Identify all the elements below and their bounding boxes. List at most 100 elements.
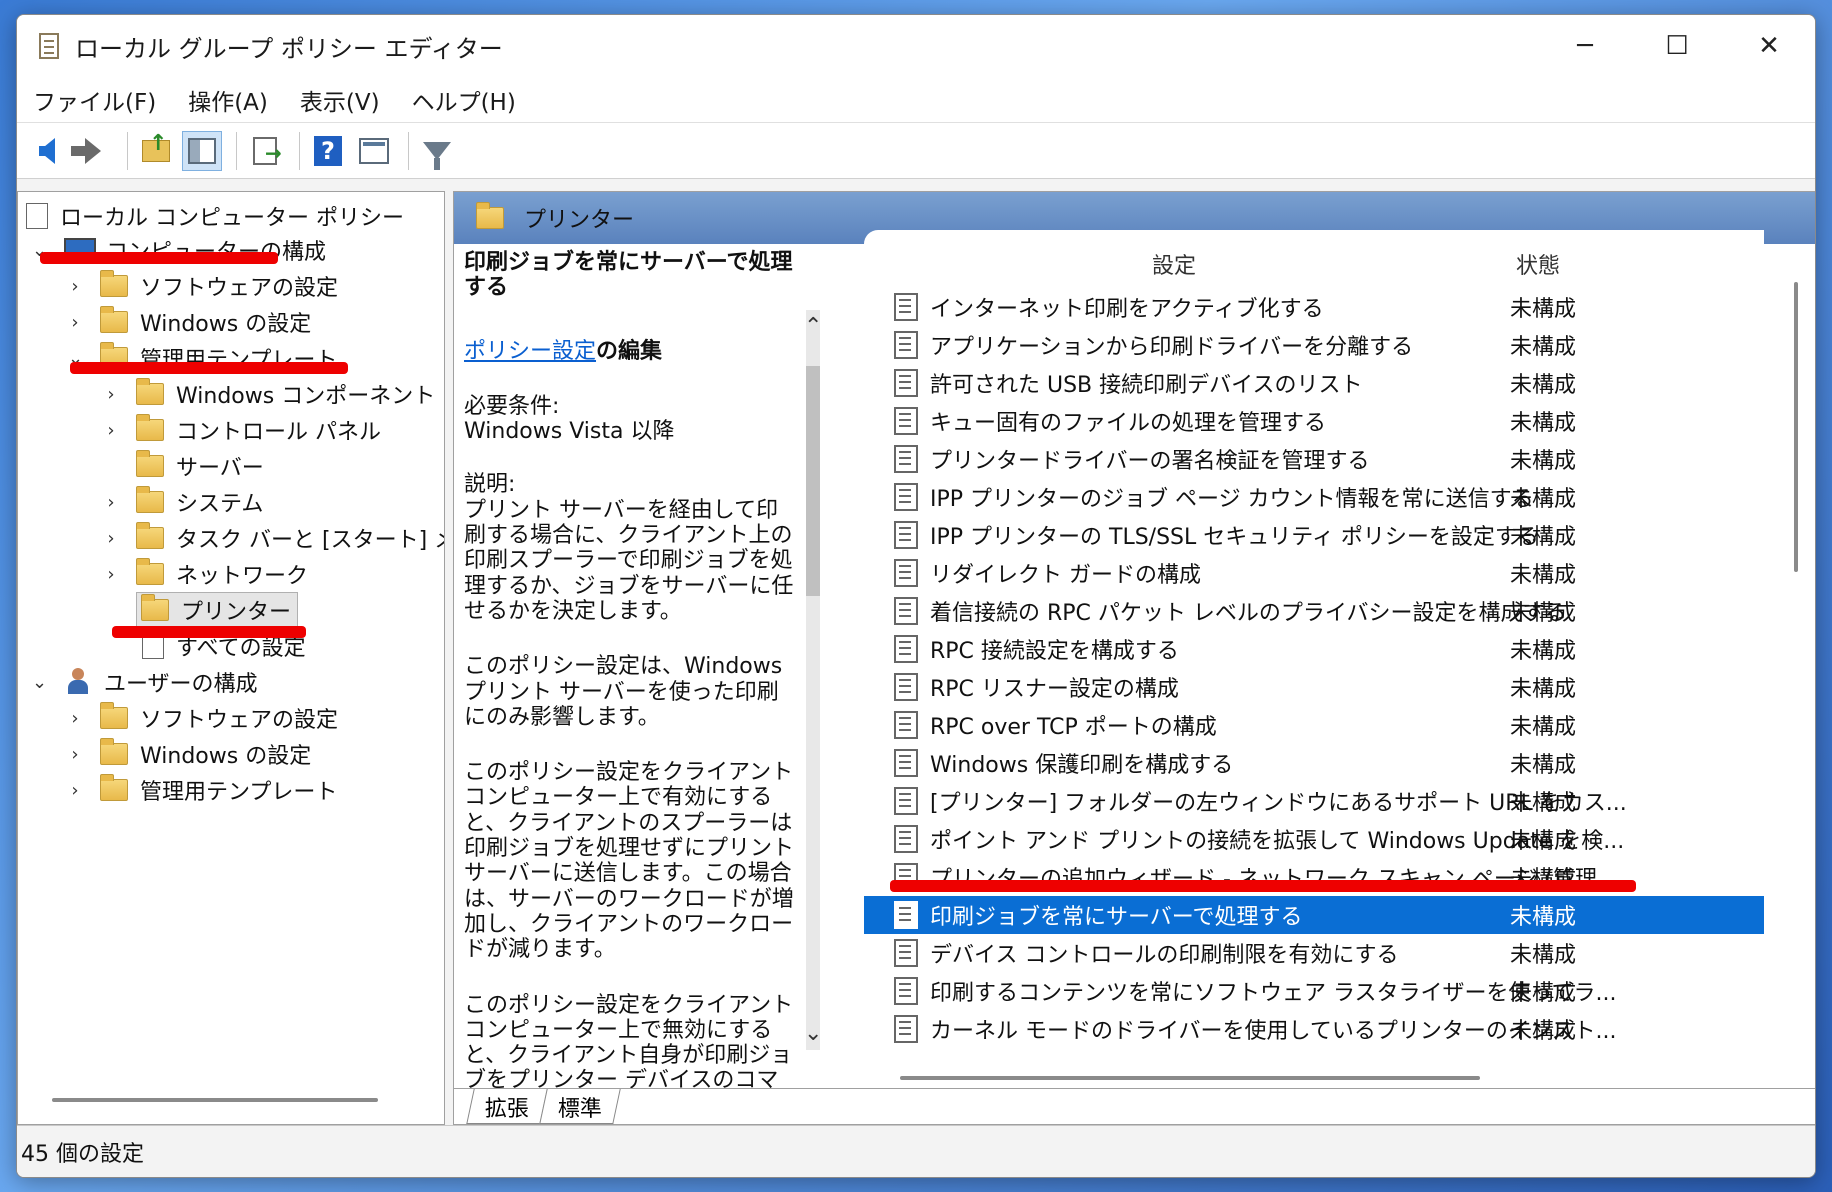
tree-root[interactable]: ローカル コンピューター ポリシー (26, 198, 404, 234)
red-annotation-mark (890, 880, 1636, 892)
extended-description: 印刷ジョブを常にサーバーで処理する ポリシー設定の編集 必要条件: Window… (464, 244, 800, 1119)
minimize-button[interactable]: ─ (1539, 15, 1631, 77)
policy-setting-icon (894, 1015, 918, 1043)
policy-row[interactable]: カーネル モードのドライバーを使用しているプリンターのインスト... 未構成 (864, 1010, 1764, 1048)
policy-name: プリンタードライバーの署名検証を管理する (930, 449, 1370, 474)
policy-row[interactable]: キュー固有のファイルの処理を管理する 未構成 (864, 402, 1764, 440)
tree-server[interactable]: サーバー (136, 448, 264, 484)
description-title: 印刷ジョブを常にサーバーで処理する (464, 250, 793, 301)
tab-standard[interactable]: 標準 (539, 1089, 621, 1124)
tree-horizontal-scrollbar[interactable] (52, 1098, 378, 1102)
policy-row[interactable]: インターネット印刷をアクティブ化する 未構成 (864, 288, 1764, 326)
policy-row[interactable]: リダイレクト ガードの構成 未構成 (864, 554, 1764, 592)
up-folder-button[interactable] (136, 131, 176, 171)
policy-row[interactable]: IPP プリンターの TLS/SSL セキュリティ ポリシーを設定する 未構成 (864, 516, 1764, 554)
chevron-right-icon[interactable]: › (68, 276, 82, 297)
policy-row[interactable]: デバイス コントロールの印刷制限を有効にする 未構成 (864, 934, 1764, 972)
policy-name: IPP プリンターの TLS/SSL セキュリティ ポリシーを設定する (930, 525, 1539, 550)
tree-software-settings[interactable]: › ソフトウェアの設定 (68, 268, 338, 304)
policy-row[interactable]: 印刷するコンテンツを常にソフトウェア ラスタライザーを使ってラ... 未構成 (864, 972, 1764, 1010)
maximize-button[interactable]: ☐ (1631, 15, 1723, 77)
policy-row[interactable]: RPC 接続設定を構成する 未構成 (864, 630, 1764, 668)
policy-status: 未構成 (1510, 791, 1577, 816)
scroll-down-icon[interactable]: ⌄ (804, 1021, 822, 1046)
scroll-up-icon[interactable]: ⌃ (804, 314, 822, 339)
tree-taskbar[interactable]: › タスク バーと [スタート] メ (104, 520, 444, 556)
chevron-right-icon[interactable]: › (68, 780, 82, 801)
show-hide-tree-button[interactable] (182, 130, 222, 171)
gpedit-icon (35, 31, 61, 61)
tree-user-config[interactable]: ⌄ ユーザーの構成 (32, 664, 258, 700)
chevron-right-icon[interactable]: › (68, 744, 82, 765)
title-bar[interactable]: ローカル グループ ポリシー エディター ─ ☐ ✕ (17, 15, 1815, 77)
policy-setting-icon (894, 939, 918, 967)
settings-list[interactable]: 設定 状態 インターネット印刷をアクティブ化する 未構成 アプリケーションから印刷ド… (864, 230, 1764, 1088)
edit-suffix: の編集 (596, 338, 663, 364)
folder-icon (136, 450, 164, 477)
folder-icon (100, 738, 128, 765)
tree-user-software-settings[interactable]: › ソフトウェアの設定 (68, 700, 338, 736)
tree-network[interactable]: › ネットワーク (104, 556, 308, 592)
forward-button[interactable] (71, 131, 113, 171)
policy-name: インターネット印刷をアクティブ化する (930, 297, 1324, 322)
chevron-right-icon[interactable]: › (68, 312, 82, 333)
help-button[interactable]: ? (308, 131, 348, 171)
policy-status: 未構成 (1510, 715, 1577, 740)
policy-row[interactable]: [プリンター] フォルダーの左ウィンドウにあるサポート URL をカス... 未構… (864, 782, 1764, 820)
policy-row[interactable]: プリンタードライバーの署名検証を管理する 未構成 (864, 440, 1764, 478)
policy-row[interactable]: RPC リスナー設定の構成 未構成 (864, 668, 1764, 706)
policy-status: 未構成 (1510, 753, 1577, 778)
policy-row[interactable]: Windows 保護印刷を構成する 未構成 (864, 744, 1764, 782)
policy-row[interactable]: RPC over TCP ポートの構成 未構成 (864, 706, 1764, 744)
tab-extended[interactable]: 拡張 (466, 1089, 548, 1124)
description-scrollbar[interactable]: ⌃ ⌄ (804, 310, 822, 1050)
chevron-right-icon[interactable]: › (104, 492, 118, 513)
chevron-right-icon[interactable]: › (104, 528, 118, 549)
tree-windows-components[interactable]: › Windows コンポーネント (104, 376, 435, 412)
back-button[interactable] (27, 131, 67, 171)
chevron-down-icon[interactable]: ⌄ (32, 672, 47, 693)
filter-button[interactable] (417, 131, 457, 171)
tree-user-windows-settings[interactable]: › Windows の設定 (68, 736, 311, 772)
tree-system[interactable]: › システム (104, 484, 263, 520)
folder-icon (476, 202, 504, 229)
policy-row[interactable]: ポイント アンド プリントの接続を拡張して Windows Update を検.… (864, 820, 1764, 858)
chevron-right-icon[interactable]: › (104, 420, 118, 441)
policy-name: アプリケーションから印刷ドライバーを分離する (930, 335, 1414, 360)
folder-icon (100, 270, 128, 297)
edit-policy-link[interactable]: ポリシー設定 (464, 339, 596, 364)
menu-help[interactable]: ヘルプ(H) (412, 83, 516, 117)
tree-printers[interactable]: プリンター (136, 592, 299, 628)
policy-row[interactable]: アプリケーションから印刷ドライバーを分離する 未構成 (864, 326, 1764, 364)
policy-row[interactable]: 着信接続の RPC パケット レベルのプライバシー設定を構成する 未構成 (864, 592, 1764, 630)
chevron-right-icon[interactable]: › (104, 384, 118, 405)
export-list-button[interactable] (245, 131, 285, 171)
policy-name: 印刷ジョブを常にサーバーで処理する (930, 905, 1303, 930)
folder-up-icon (142, 131, 170, 162)
list-vertical-scrollbar[interactable] (1794, 282, 1798, 572)
policy-setting-icon (894, 445, 918, 473)
folder-icon (136, 522, 164, 549)
list-horizontal-scrollbar[interactable] (900, 1076, 1480, 1080)
column-setting-header[interactable]: 設定 (1152, 248, 1196, 280)
menu-view[interactable]: 表示(V) (300, 83, 380, 117)
console-tree[interactable]: ローカル コンピューター ポリシー ⌄ コンピューターの構成 › ソフトウェアの… (17, 191, 445, 1125)
policy-row[interactable]: 印刷ジョブを常にサーバーで処理する 未構成 (864, 896, 1764, 934)
tree-user-admin-templates[interactable]: › 管理用テンプレート (68, 772, 337, 808)
policy-row[interactable]: 許可された USB 接続印刷デバイスのリスト 未構成 (864, 364, 1764, 402)
tree-control-panel[interactable]: › コントロール パネル (104, 412, 381, 448)
tree-windows-settings[interactable]: › Windows の設定 (68, 304, 311, 340)
policy-status: 未構成 (1510, 373, 1577, 398)
policy-name: RPC over TCP ポートの構成 (930, 715, 1217, 740)
properties-button[interactable] (354, 131, 394, 171)
chevron-right-icon[interactable]: › (68, 708, 82, 729)
close-button[interactable]: ✕ (1723, 15, 1815, 77)
chevron-right-icon[interactable]: › (104, 564, 118, 585)
back-arrow-icon (39, 137, 55, 164)
menu-file[interactable]: ファイル(F) (33, 83, 156, 117)
menu-action[interactable]: 操作(A) (188, 83, 268, 117)
policy-row[interactable]: IPP プリンターのジョブ ページ カウント情報を常に送信する 未構成 (864, 478, 1764, 516)
column-status-header[interactable]: 状態 (1516, 248, 1560, 280)
policy-status: 未構成 (1510, 297, 1577, 322)
policy-setting-icon (894, 483, 918, 511)
